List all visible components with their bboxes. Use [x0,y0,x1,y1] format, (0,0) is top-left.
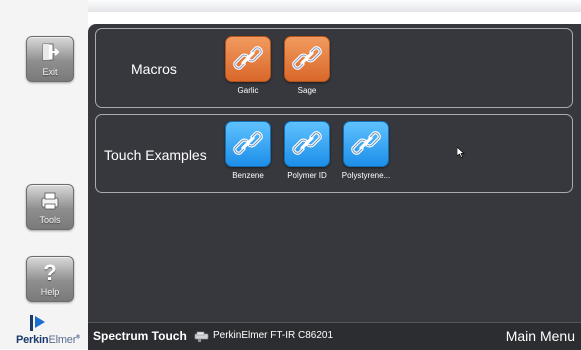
link-chain-icon [233,46,263,70]
instrument-name: PerkinElmer FT-IR C86201 [213,330,334,341]
perkinelmer-logo-mark [30,315,45,331]
help-label: Help [40,287,60,297]
macro-tile [284,36,330,82]
link-chain-icon [233,131,263,155]
macro-label: Polymer ID [287,171,327,180]
macro-benzene[interactable]: Benzene [218,121,278,180]
macros-group: Macros Garlic Sage [95,28,573,108]
macro-polymer-id[interactable]: Polymer ID [277,121,337,180]
logo-text-elmer: Elmer [48,334,77,346]
macro-garlic[interactable]: Garlic [218,36,278,95]
macro-label: Garlic [237,86,259,95]
exit-button[interactable]: Exit [26,36,74,82]
link-chain-icon [292,131,322,155]
instrument-icon [194,330,210,348]
macro-tile [343,121,389,167]
group-title-macros: Macros [131,61,177,77]
macro-label: Benzene [232,171,264,180]
group-title-touch-examples: Touch Examples [104,147,207,163]
status-bar: Spectrum Touch PerkinElmer FT-IR C86201 … [88,322,581,350]
app-name: Spectrum Touch [93,329,187,343]
logo-text-perkin: Perkin [16,334,49,346]
macro-tile [225,121,271,167]
perkinelmer-logo: PerkinElmer® [16,314,86,346]
macro-sage[interactable]: Sage [277,36,337,95]
exit-door-icon [27,42,73,64]
exit-label: Exit [42,67,58,77]
touch-examples-group: Touch Examples Benzene Polymer ID Polyst… [95,114,573,193]
help-glyph: ? [43,260,57,285]
help-question-icon: ? [27,262,73,284]
macro-polystyrene[interactable]: Polystyrene... [336,121,396,180]
link-chain-icon [292,46,322,70]
tools-label: Tools [39,215,61,225]
link-chain-icon [351,131,381,155]
mouse-cursor-icon [456,146,465,164]
screen-title: Main Menu [505,328,575,344]
tools-printer-icon [27,190,73,212]
tools-button[interactable]: Tools [26,184,74,230]
help-button[interactable]: ? Help [26,256,74,302]
left-sidebar: Exit Tools ? Help PerkinElmer® [0,0,88,349]
macro-label: Polystyrene... [341,171,391,180]
logo-text: PerkinElmer® [16,334,80,346]
logo-trademark: ® [76,334,80,341]
macro-tile [225,36,271,82]
macro-tile [284,121,330,167]
main-panel: Macros Garlic Sage Touch Examples Benzen… [88,24,581,349]
macro-label: Sage [297,86,317,95]
